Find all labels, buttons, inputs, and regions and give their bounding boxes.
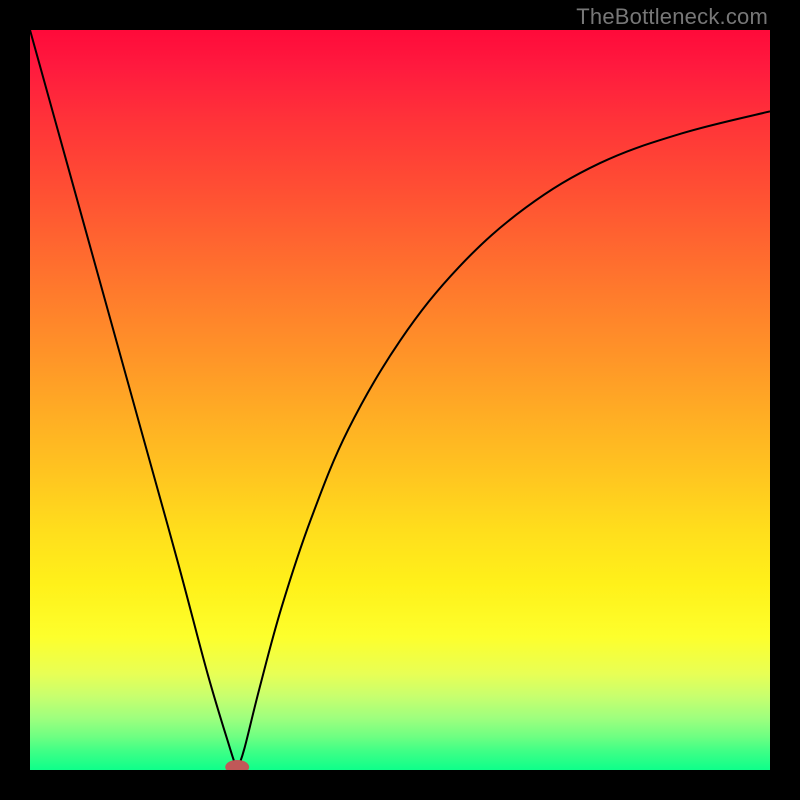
curve-overlay: [30, 30, 770, 770]
watermark-text: TheBottleneck.com: [576, 4, 768, 30]
bottleneck-curve-right: [237, 111, 770, 770]
plot-area: [30, 30, 770, 770]
vertex-marker: [225, 760, 249, 770]
bottleneck-curve-left: [30, 30, 237, 770]
chart-container: TheBottleneck.com: [0, 0, 800, 800]
